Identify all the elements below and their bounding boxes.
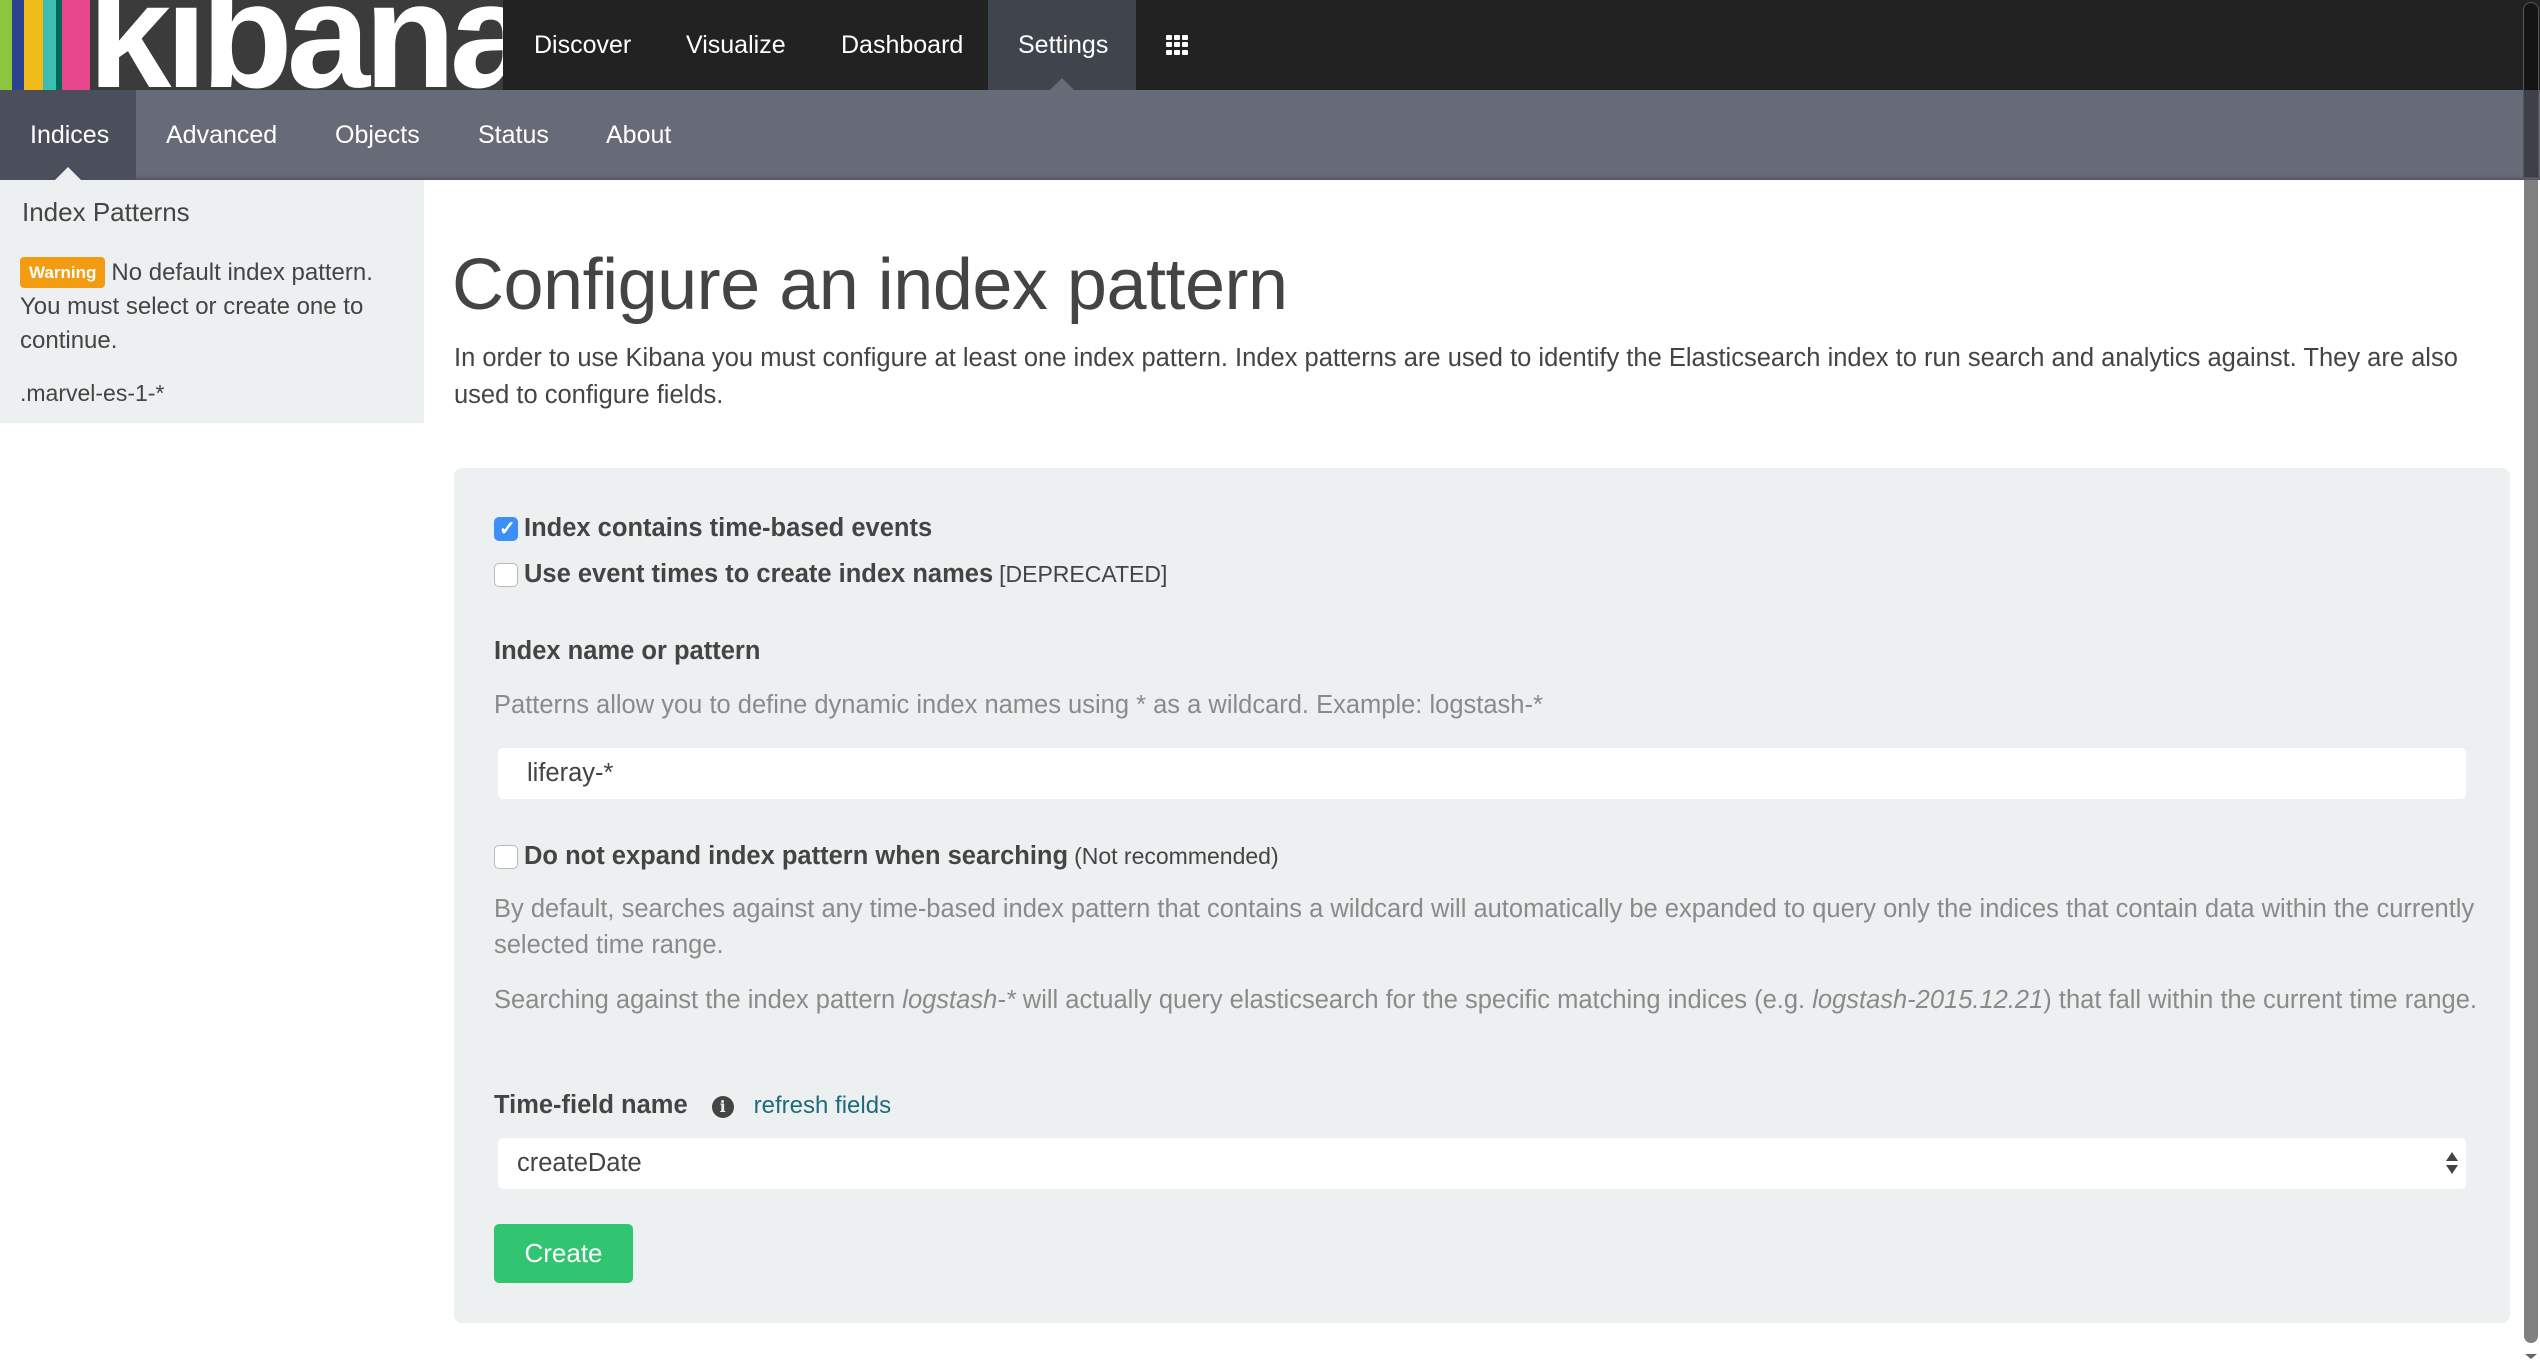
- help-example-pattern: logstash-*: [902, 986, 1016, 1014]
- nav-settings-label: Settings: [1018, 31, 1109, 59]
- logo-stripe: [12, 0, 24, 90]
- kibana-logo[interactable]: kibana: [0, 0, 503, 90]
- time-field-label: Time-field name: [494, 1091, 688, 1119]
- page-scrollbar[interactable]: [2522, 0, 2540, 1364]
- top-nav: kibana Discover Visualize Dashboard Sett…: [0, 0, 2540, 90]
- logo-stripe: [62, 0, 90, 90]
- refresh-fields-link[interactable]: refresh fields: [754, 1092, 891, 1119]
- warning-badge: Warning: [20, 257, 106, 288]
- scroll-down-arrow-icon[interactable]: [2525, 1354, 2537, 1359]
- active-caret: [1050, 78, 1074, 90]
- deprecated-note: [DEPRECATED]: [999, 561, 1168, 587]
- index-pattern-form: Index contains time-based events Use eve…: [454, 468, 2510, 1323]
- logo-stripe: [0, 0, 12, 90]
- time-field-select[interactable]: createDate: [498, 1138, 2466, 1189]
- select-arrows-icon: [2446, 1152, 2460, 1176]
- logo-wordmark: kibana: [88, 0, 503, 90]
- settings-subnav: Indices Advanced Objects Status About: [0, 90, 2540, 180]
- expand-help-example: Searching against the index pattern logs…: [494, 982, 2484, 1018]
- help-example-index: logstash-2015.12.21: [1812, 986, 2044, 1014]
- tab-advanced[interactable]: Advanced: [166, 90, 277, 180]
- time-based-label: Index contains time-based events: [524, 514, 933, 542]
- no-expand-option[interactable]: Do not expand index pattern when searchi…: [494, 842, 1279, 871]
- time-based-option[interactable]: Index contains time-based events: [494, 514, 932, 543]
- logo-stripe: [24, 0, 43, 90]
- no-expand-checkbox[interactable]: [494, 844, 518, 869]
- index-name-help: Patterns allow you to define dynamic ind…: [494, 691, 1543, 719]
- time-based-checkbox[interactable]: [494, 516, 518, 541]
- nav-discover[interactable]: Discover: [534, 0, 631, 90]
- tab-objects[interactable]: Objects: [335, 90, 420, 180]
- sidebar-title: Index Patterns: [22, 197, 190, 227]
- nav-dashboard[interactable]: Dashboard: [841, 0, 963, 90]
- help-text: Searching against the index pattern: [494, 986, 903, 1014]
- time-field-row: Time-field name i refresh fields: [494, 1091, 891, 1120]
- page-description: In order to use Kibana you must configur…: [454, 344, 2458, 409]
- help-text: will actually query elasticsearch for th…: [1015, 986, 1813, 1014]
- event-times-checkbox[interactable]: [494, 562, 518, 587]
- page-title: Configure an index pattern: [452, 245, 1288, 325]
- index-pattern-link[interactable]: .marvel-es-1-*: [20, 380, 164, 407]
- event-times-label: Use event times to create index names: [524, 560, 994, 588]
- tab-status[interactable]: Status: [478, 90, 549, 180]
- nav-settings[interactable]: Settings: [988, 0, 1136, 90]
- expand-help-default: By default, searches against any time-ba…: [494, 895, 2475, 959]
- active-caret: [55, 167, 81, 180]
- scrollbar-thumb[interactable]: [2524, 180, 2538, 1343]
- help-text: ) that fall within the current time rang…: [2043, 986, 2477, 1014]
- tab-about[interactable]: About: [606, 90, 671, 180]
- index-name-input[interactable]: [498, 748, 2466, 799]
- create-button[interactable]: Create: [494, 1224, 633, 1283]
- index-patterns-sidebar: Index Patterns Warning No default index p…: [0, 180, 424, 423]
- nav-visualize[interactable]: Visualize: [686, 0, 786, 90]
- not-recommended-note: (Not recommended): [1074, 843, 1279, 869]
- no-expand-label: Do not expand index pattern when searchi…: [524, 842, 1069, 870]
- grid-icon[interactable]: [1166, 35, 1188, 55]
- info-icon[interactable]: i: [711, 1096, 734, 1118]
- index-name-label: Index name or pattern: [494, 637, 761, 665]
- tab-indices[interactable]: Indices: [0, 90, 136, 180]
- tab-indices-label: Indices: [30, 121, 110, 149]
- scrollbar-track: [2523, 2, 2539, 178]
- sidebar-warning: Warning No default index pattern. You mus…: [20, 256, 410, 358]
- event-times-option[interactable]: Use event times to create index names [D…: [494, 560, 1167, 589]
- time-field-value: createDate: [517, 1149, 642, 1177]
- logo-stripe: [43, 0, 56, 90]
